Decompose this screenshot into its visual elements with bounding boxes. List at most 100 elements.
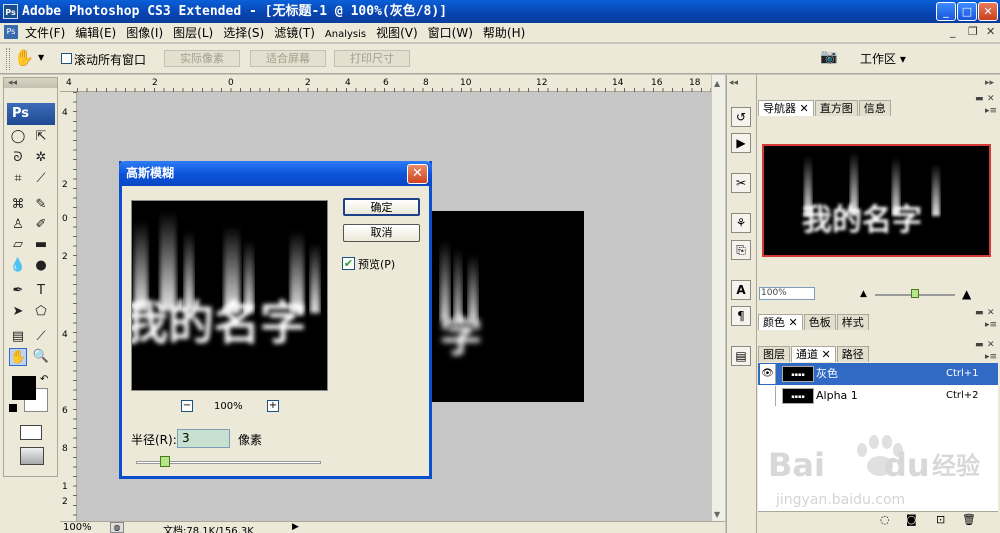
tab-color[interactable]: 颜色 ✕ [758,314,803,330]
panel-close-icon[interactable]: ✕ [987,308,995,318]
minimize-button[interactable]: _ [936,2,956,21]
layer-comps-icon[interactable]: ▤ [731,346,751,366]
collapse-icon[interactable]: ◂◂ [8,78,17,88]
visibility-toggle[interactable] [760,386,776,406]
workspace-button[interactable]: 工作区 ▾ [860,50,906,67]
panel-close-icon[interactable]: ✕ [987,340,995,350]
menu-view[interactable]: 视图(V) [371,23,423,43]
navigator-zoom-thumb[interactable] [911,289,919,298]
eraser-tool-icon[interactable]: ▱ [9,236,27,254]
tab-layers[interactable]: 图层 [758,346,790,362]
magic-wand-tool-icon[interactable]: ✲ [32,149,50,167]
foreground-color-front[interactable] [12,376,36,400]
tab-paths[interactable]: 路径 [836,346,869,362]
history-brush-tool-icon[interactable]: ✐ [32,216,50,234]
doc-restore-button[interactable]: ❐ [968,25,978,38]
zoom-out-mountain-icon[interactable]: ▲ [860,289,867,299]
chevron-down-icon[interactable]: ▼ [38,53,44,62]
hand-tool-icon[interactable]: ✋ [14,48,34,67]
collapse-panels-icon[interactable]: ▸▸ [985,78,994,88]
panel-menu-icon[interactable]: ▸≡ [985,320,997,330]
eyedropper-tool-icon[interactable]: ⟋ [32,328,50,346]
marquee-tool-icon[interactable]: ◯ [9,128,27,146]
radius-input[interactable]: 3 [177,429,230,448]
doc-close-button[interactable]: ✕ [986,25,995,38]
character-panel-icon[interactable]: A [731,280,751,300]
clone-source-icon[interactable]: ⎘ [731,240,751,260]
doc-minimize-button[interactable]: _ [950,25,956,38]
trash-icon[interactable]: 🗑 [962,513,976,526]
screen-mode-icon[interactable] [20,447,44,465]
notes-tool-icon[interactable]: ▤ [9,328,27,346]
healing-brush-tool-icon[interactable]: ⌘ [9,196,27,214]
quick-mask-icon[interactable] [20,425,42,440]
tab-histogram[interactable]: 直方图 [814,100,858,116]
document-menu-icon[interactable]: Ps [4,25,18,39]
scroll-down-icon[interactable]: ▼ [714,510,720,519]
tool-presets-icon[interactable]: ✂ [731,173,751,193]
navigator-preview[interactable]: 我的名字 [762,144,991,257]
panel-close-icon[interactable]: ✕ [987,94,995,104]
actual-pixels-button[interactable]: 实际像素 [164,50,240,67]
brush-tool-icon[interactable]: ✎ [32,196,50,214]
scroll-up-icon[interactable]: ▲ [714,79,720,88]
new-channel-icon[interactable]: ⊡ [936,513,945,526]
pen-tool-icon[interactable]: ✒ [9,282,27,300]
menu-help[interactable]: 帮助(H) [478,23,530,43]
paragraph-panel-icon[interactable]: ¶ [731,306,751,326]
menu-image[interactable]: 图像(I) [121,23,168,43]
options-grip[interactable] [6,48,10,70]
panel-min-icon[interactable]: ▬ [975,340,984,350]
tab-swatches[interactable]: 色板 [803,314,836,330]
dodge-tool-icon[interactable]: ● [32,257,50,275]
menu-file[interactable]: 文件(F) [20,23,70,43]
save-selection-icon[interactable]: ◙ [906,513,917,526]
slice-tool-icon[interactable]: ⟋ [32,170,50,188]
brushes-panel-icon[interactable]: ⚘ [731,213,751,233]
navigator-zoom-input[interactable]: 100% [759,287,815,300]
load-selection-icon[interactable]: ◌ [880,513,890,526]
toolbox-logo[interactable]: Ps [7,103,55,125]
tab-info[interactable]: 信息 [858,100,891,116]
cancel-button[interactable]: 取消 [343,224,420,242]
panel-menu-icon[interactable]: ▸≡ [985,352,997,362]
swap-colors-icon[interactable]: ↶ [40,374,48,385]
menu-edit[interactable]: 编辑(E) [70,23,121,43]
eye-icon[interactable]: 👁 [760,364,776,384]
bridge-icon[interactable]: 📷 [820,49,842,69]
close-window-button[interactable]: ✕ [978,2,998,21]
channel-row[interactable]: 👁 ▪▪▪▪ 灰色 Ctrl+1 [758,363,998,385]
clone-stamp-tool-icon[interactable]: ♙ [9,216,27,234]
shape-tool-icon[interactable]: ⬠ [32,303,50,321]
blur-tool-icon[interactable]: 💧 [9,257,27,275]
menu-analysis[interactable]: Analysis [320,25,371,45]
expand-dock-icon[interactable]: ◂◂ [729,78,738,88]
type-tool-icon[interactable]: T [32,282,50,300]
panel-menu-icon[interactable]: ▸≡ [985,106,997,116]
default-colors-icon[interactable] [9,404,17,412]
menu-filter[interactable]: 滤镜(T) [269,23,320,43]
crop-tool-icon[interactable]: ⌗ [9,170,27,188]
document-image[interactable]: 字 [432,211,584,402]
radius-slider-thumb[interactable] [159,456,170,467]
tab-navigator[interactable]: 导航器 ✕ [758,100,814,116]
zoom-in-mountain-icon[interactable]: ▲ [962,287,971,301]
zoom-tool-icon[interactable]: 🔍 [32,348,50,366]
vertical-scrollbar[interactable] [711,75,725,522]
blur-preview[interactable]: 我的名字 [131,200,328,391]
status-zoom[interactable]: 100% [63,522,92,533]
maximize-button[interactable]: □ [957,2,977,21]
print-size-button[interactable]: 打印尺寸 [334,50,410,67]
dialog-close-button[interactable]: ✕ [407,164,428,184]
hand-tool-button[interactable]: ✋ [9,348,27,366]
preview-checkbox[interactable]: ✔ [342,257,355,270]
zoom-in-button[interactable]: + [267,400,279,412]
history-panel-icon[interactable]: ↺ [731,107,751,127]
tab-channels[interactable]: 通道 ✕ [791,346,836,362]
menu-select[interactable]: 选择(S) [218,23,269,43]
tab-styles[interactable]: 样式 [836,314,869,330]
gradient-tool-icon[interactable]: ▬ [32,236,50,254]
status-icon[interactable]: ◍ [110,522,124,533]
zoom-out-button[interactable]: − [181,400,193,412]
move-tool-icon[interactable]: ⇱ [32,128,50,146]
